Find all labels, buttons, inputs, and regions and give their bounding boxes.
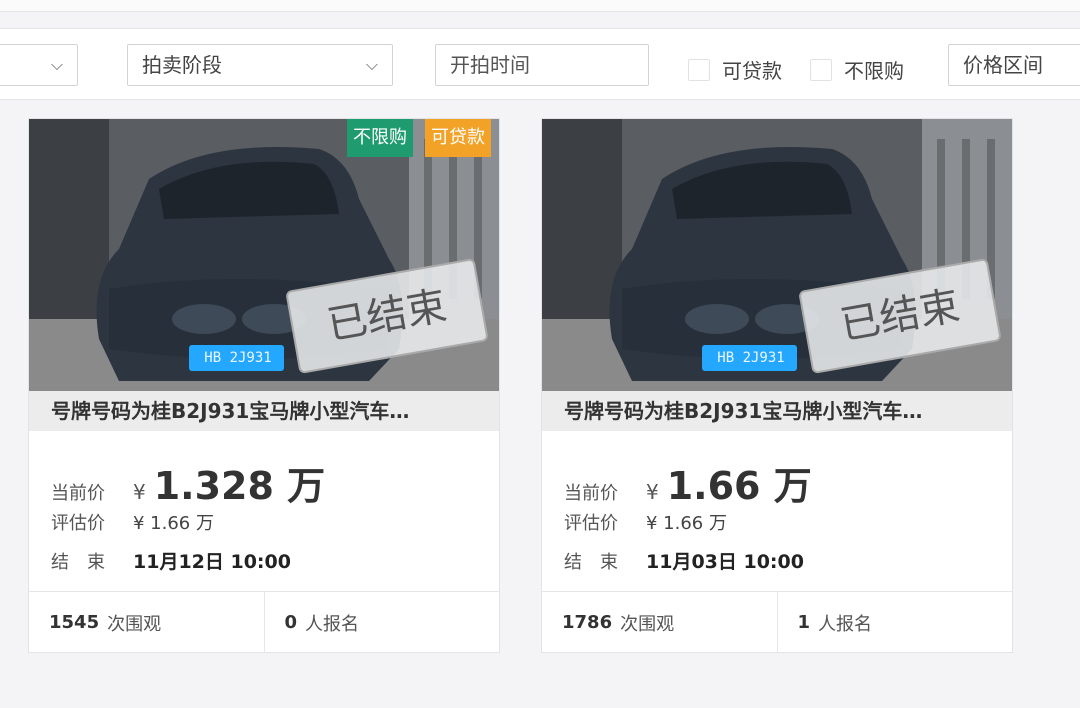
car-photo[interactable]: HB 2J931 已结束 不限购 可贷款 (29, 119, 499, 391)
views-stat: 1545 次围观 (29, 592, 264, 653)
currency-symbol: ¥ (133, 480, 146, 504)
price-range-select[interactable]: 价格区间 (948, 44, 1080, 86)
end-time: 11月03日 10:00 (646, 551, 804, 573)
card-stats: 1786 次围观 1 人报名 (542, 591, 1012, 653)
appraisal-label: 评估价 (564, 513, 618, 534)
current-price-label: 当前价 (51, 483, 105, 504)
signups-label: 人报名 (305, 613, 360, 635)
signups-count: 1 (797, 612, 811, 633)
loanable-label: 可贷款 (722, 59, 782, 83)
appraisal-value: ¥ 1.66 万 (646, 513, 727, 534)
car-photo[interactable]: HB 2J931 已结束 (542, 119, 1012, 391)
signups-count: 0 (284, 612, 298, 633)
loanable-checkbox[interactable]: 可贷款 (688, 55, 782, 84)
end-label: 结 束 (564, 552, 618, 573)
signups-stat: 0 人报名 (263, 592, 500, 653)
auction-stage-select[interactable]: 拍卖阶段 ⌵ (127, 44, 393, 86)
current-price-label: 当前价 (564, 483, 618, 504)
checkbox-box[interactable] (810, 58, 832, 81)
card-stats: 1545 次围观 0 人报名 (29, 591, 499, 653)
chevron-down-icon: ⌵ (50, 55, 63, 74)
unlimited-label: 不限购 (844, 59, 904, 83)
start-time-input[interactable]: 开拍时间 (435, 44, 649, 86)
tag-loanable: 可贷款 (425, 119, 491, 157)
auction-card[interactable]: HB 2J931 已结束 不限购 可贷款 号牌号码为桂B2J931宝马牌小型汽车… (28, 118, 500, 653)
views-label: 次围观 (107, 613, 162, 635)
category-select[interactable]: ⌵ (0, 44, 78, 86)
tag-unlimited: 不限购 (347, 119, 413, 157)
filter-bar: ⌵ 拍卖阶段 ⌵ 开拍时间 可贷款 不限购 价格区间 (0, 28, 1080, 100)
auction-card[interactable]: HB 2J931 已结束 号牌号码为桂B2J931宝马牌小型汽车… 当前价 ¥ … (541, 118, 1013, 653)
end-time: 11月12日 10:00 (133, 551, 291, 573)
views-stat: 1786 次围观 (542, 592, 777, 653)
appraisal-value: ¥ 1.66 万 (133, 513, 214, 534)
views-count: 1786 (562, 612, 613, 633)
license-plate: HB 2J931 (717, 350, 785, 366)
end-label: 结 束 (51, 552, 105, 573)
appraisal-label: 评估价 (51, 513, 105, 534)
views-count: 1545 (49, 612, 100, 633)
current-price: 1.66 万 (666, 464, 812, 508)
card-title[interactable]: 号牌号码为桂B2J931宝马牌小型汽车… (542, 391, 1012, 431)
auction-stage-label: 拍卖阶段 (142, 53, 222, 77)
card-title[interactable]: 号牌号码为桂B2J931宝马牌小型汽车… (29, 391, 499, 431)
chevron-down-icon: ⌵ (365, 55, 378, 74)
price-range-label: 价格区间 (963, 53, 1043, 77)
views-label: 次围观 (620, 613, 675, 635)
signups-stat: 1 人报名 (776, 592, 1013, 653)
currency-symbol: ¥ (646, 480, 659, 504)
unlimited-checkbox[interactable]: 不限购 (810, 55, 904, 84)
license-plate: HB 2J931 (204, 350, 272, 366)
checkbox-box[interactable] (688, 58, 710, 81)
current-price: 1.328 万 (153, 464, 326, 508)
top-strip (0, 0, 1080, 12)
signups-label: 人报名 (818, 613, 873, 635)
